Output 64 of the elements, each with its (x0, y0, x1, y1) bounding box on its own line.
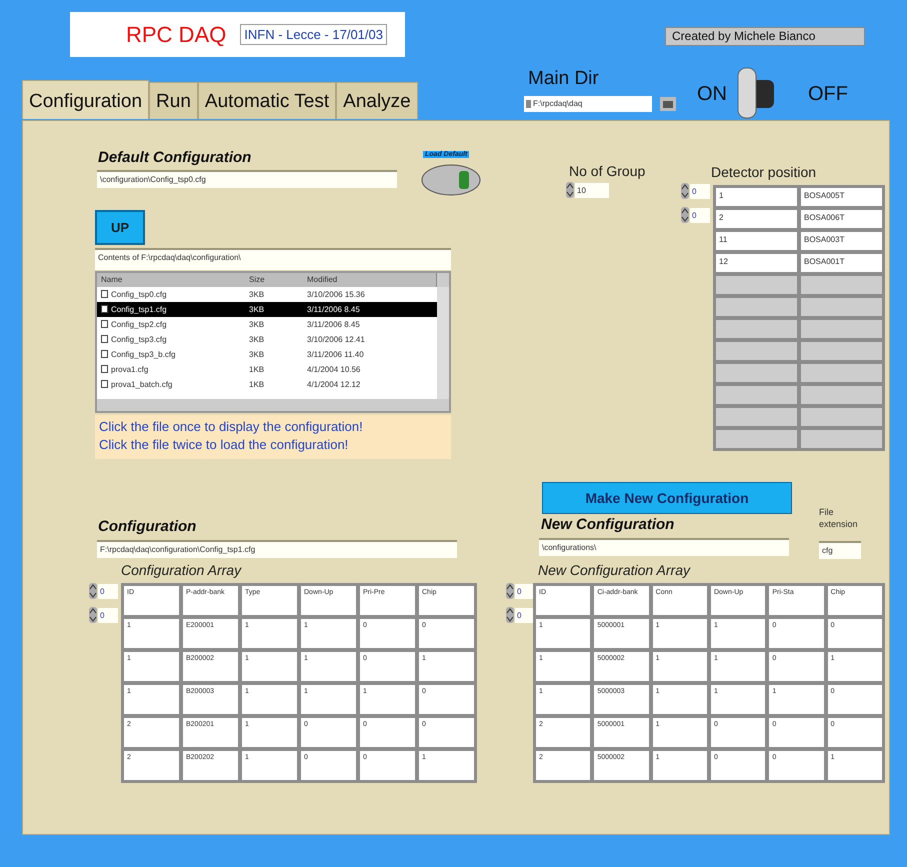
file-extension-label: File extension (819, 506, 859, 530)
hint-text: Click the file twice to load the configuration! (99, 436, 350, 454)
number-field[interactable]: 10 (575, 182, 609, 198)
spinner-icon[interactable] (681, 183, 689, 199)
table-cell[interactable]: 12 (716, 254, 797, 272)
app-title: RPC DAQ (126, 22, 226, 48)
path-field[interactable]: F:\rpcdaq\daq\configuration\Config_tsp1.cfg (97, 540, 457, 558)
path-field[interactable]: \configuration\Config_tsp0.cfg (97, 170, 397, 188)
table-cell[interactable]: BOSA006T (801, 210, 882, 228)
load-default-button[interactable] (421, 163, 481, 197)
column-header[interactable]: Size (249, 275, 265, 284)
scrollbar[interactable] (97, 399, 449, 411)
column-header[interactable]: Modified (307, 275, 338, 284)
directory-caption: Contents of F:\rpcdaq\daq\configuration\ (95, 248, 451, 270)
column-header[interactable]: Name (101, 275, 122, 284)
tab[interactable]: Analyze (336, 82, 418, 119)
author-label: Created by Michele Bianco (665, 27, 865, 46)
array-title: New Configuration Array (538, 562, 690, 578)
browse-button[interactable] (660, 97, 676, 111)
subtitle-field: INFN - Lecce - 17/01/03 (240, 24, 387, 45)
spinner-icon[interactable] (566, 182, 574, 198)
up-button[interactable]: UP (95, 210, 145, 245)
spinner-icon[interactable] (89, 607, 97, 623)
table-cell[interactable]: 2 (716, 210, 797, 228)
spinner-icon[interactable] (89, 583, 97, 599)
group-count-label: No of Group (569, 163, 646, 179)
file-row[interactable]: Config_tsp3_b.cfg 3KB 3/11/2006 11.40 (97, 347, 437, 362)
table-cell[interactable]: 11 (716, 232, 797, 250)
spinner-icon[interactable] (506, 583, 514, 599)
spinner-icon[interactable] (506, 607, 514, 623)
detector-position-label: Detector position (711, 164, 816, 180)
file-row[interactable]: Config_tsp2.cfg 3KB 3/11/2006 8.45 (97, 317, 437, 332)
file-row[interactable]: prova1.cfg 1KB 4/1/2004 10.56 (97, 362, 437, 377)
off-label: OFF (808, 83, 848, 106)
index-field[interactable]: 0 (690, 208, 710, 222)
file-row[interactable]: Config_tsp1.cfg 3KB 3/11/2006 8.45 (97, 302, 437, 317)
section-title: New Configuration (541, 516, 674, 533)
table-cell[interactable]: BOSA005T (801, 188, 882, 206)
section-title: Default Configuration (98, 149, 252, 166)
array-title: Configuration Array (121, 562, 242, 578)
index-field[interactable]: 0 (515, 608, 535, 622)
tab[interactable]: Automatic Test (198, 82, 336, 119)
extension-field[interactable]: cfg (819, 541, 861, 559)
file-row[interactable]: prova1_batch.cfg 1KB 4/1/2004 12.12 (97, 377, 437, 392)
path-field[interactable]: F:\rpcdaq\daq (524, 96, 652, 112)
make-configuration-button[interactable]: Make New Configuration (542, 482, 792, 514)
path-field[interactable]: \configurations\ (539, 538, 789, 556)
table-cell[interactable]: BOSA003T (801, 232, 882, 250)
index-field[interactable]: 0 (515, 584, 535, 598)
on-label: ON (697, 83, 727, 106)
table-cell[interactable]: BOSA001T (801, 254, 882, 272)
tab[interactable]: Configuration (22, 80, 150, 119)
main-dir-label: Main Dir (528, 68, 599, 90)
tab[interactable]: Run (149, 82, 198, 119)
index-field[interactable]: 0 (98, 608, 118, 622)
index-field[interactable]: 0 (98, 584, 118, 598)
scrollbar[interactable] (437, 287, 449, 399)
spinner-icon[interactable] (681, 207, 689, 223)
index-field[interactable]: 0 (690, 184, 710, 198)
section-title: Configuration (98, 518, 196, 535)
file-row[interactable]: Config_tsp0.cfg 3KB 3/10/2006 15.36 (97, 287, 437, 302)
file-row[interactable]: Config_tsp3.cfg 3KB 3/10/2006 12.41 (97, 332, 437, 347)
table-cell[interactable]: 1 (716, 188, 797, 206)
hint-text: Click the file once to display the configuration! (99, 418, 364, 436)
